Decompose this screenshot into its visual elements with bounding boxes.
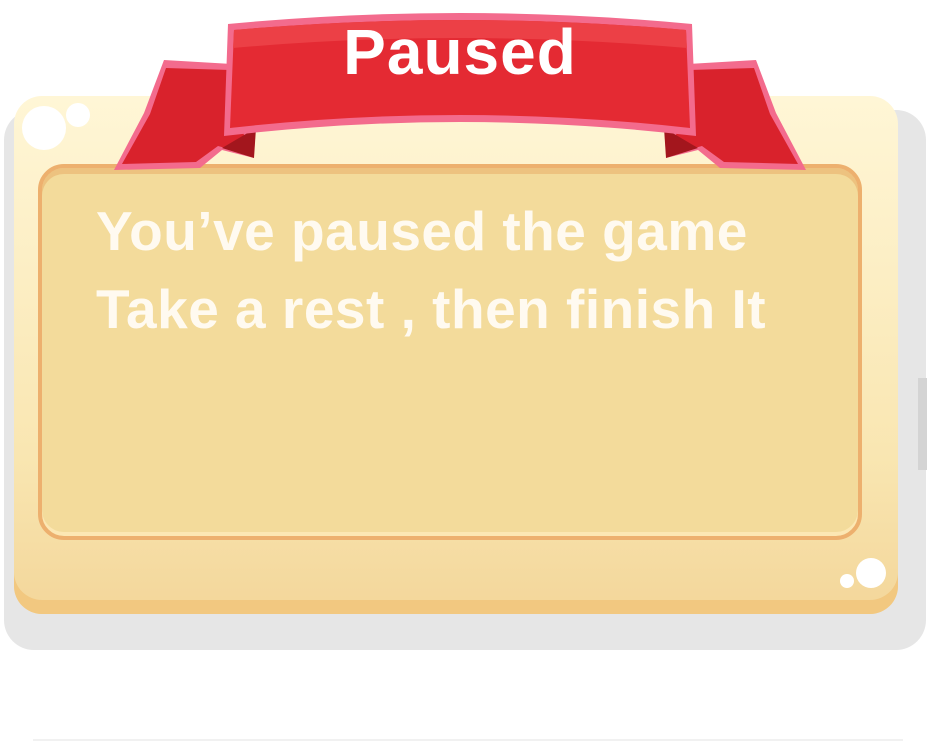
decor-bubble-large — [856, 558, 886, 588]
decor-bubble-small — [840, 574, 854, 588]
message-line-2: Take a rest , then finish It — [96, 278, 767, 340]
pause-screen: You’ve paused the game Take a rest , the… — [0, 0, 927, 742]
message-line-1: You’ve paused the game — [96, 200, 748, 262]
pause-title: Paused — [343, 16, 577, 88]
pause-message: You’ve paused the game Take a rest , the… — [96, 192, 876, 348]
bottom-divider — [33, 739, 903, 741]
decor-bubble-small — [66, 103, 90, 127]
side-mark — [918, 378, 927, 470]
decor-bubble-large — [22, 106, 66, 150]
